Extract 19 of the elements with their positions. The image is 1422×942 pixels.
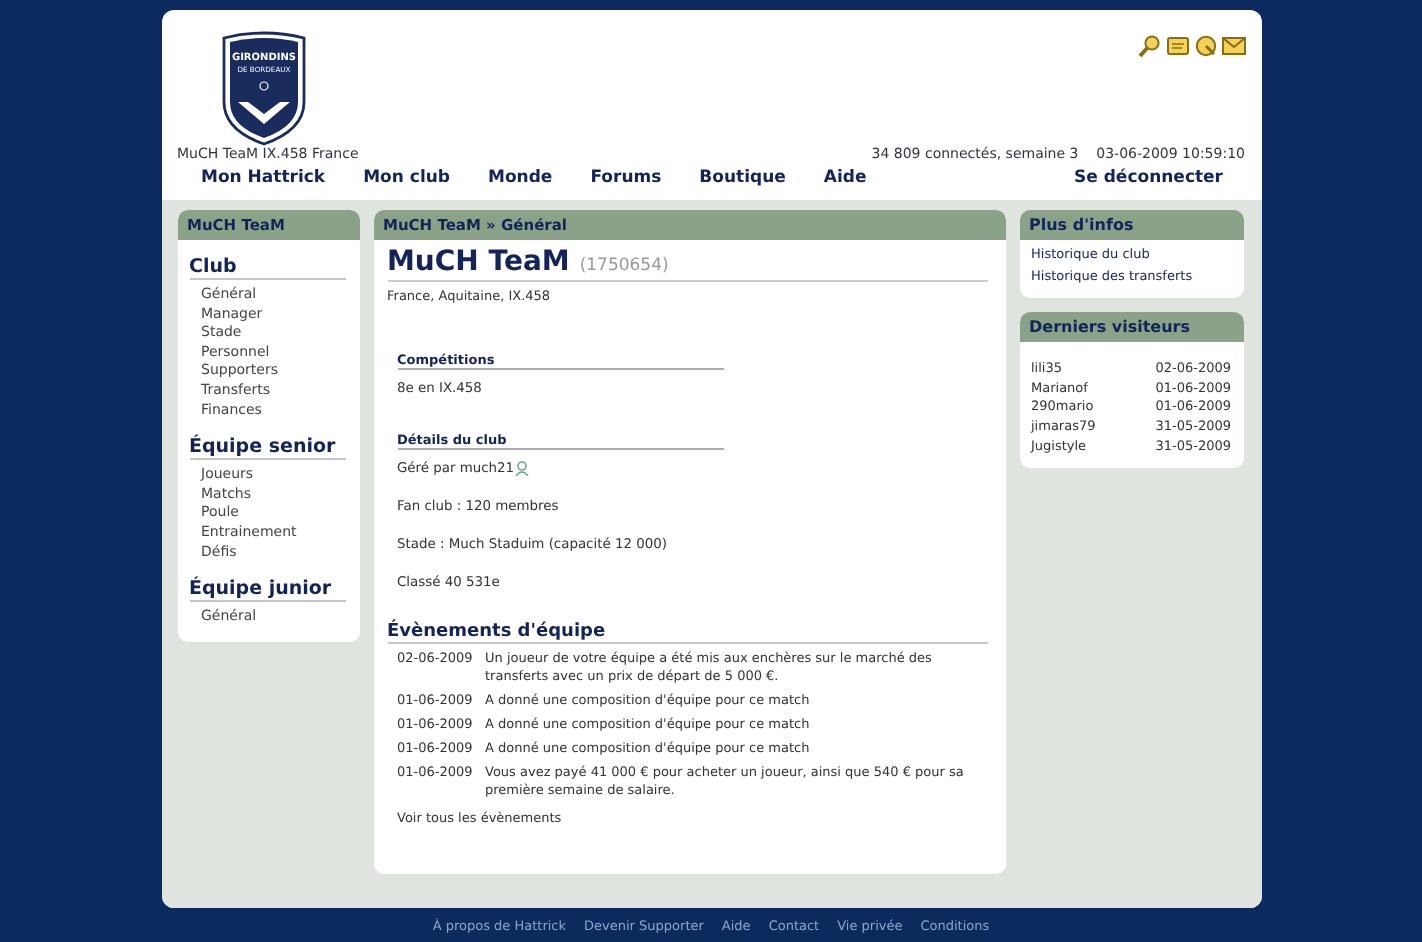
nav-link[interactable]: Mon Hattrick — [201, 168, 326, 188]
panel-title: Derniers visiteurs — [1019, 312, 1243, 342]
logout-link[interactable]: Se déconnecter — [1074, 168, 1223, 188]
envelope-icon[interactable] — [1221, 34, 1245, 58]
team-id: (1750654) — [579, 256, 669, 276]
section-heading: Club — [189, 256, 345, 280]
nav-link[interactable]: Forums — [590, 168, 662, 188]
nav-link[interactable]: Mon club — [363, 168, 450, 188]
section-heading: Équipe junior — [189, 578, 345, 603]
nav-link[interactable]: Aide — [823, 168, 867, 188]
user-icon — [514, 460, 531, 476]
nav-link[interactable]: Boutique — [699, 168, 786, 188]
panel-title: Plus d'infos — [1019, 210, 1243, 240]
search-icon[interactable] — [1137, 34, 1161, 58]
notepad-icon[interactable] — [1165, 34, 1189, 58]
nav-link[interactable]: Monde — [488, 168, 553, 188]
section-heading: Équipe senior — [189, 436, 345, 461]
section-heading: Évènements d'équipe — [387, 622, 987, 644]
team-name: MuCH TeaM — [387, 246, 570, 278]
